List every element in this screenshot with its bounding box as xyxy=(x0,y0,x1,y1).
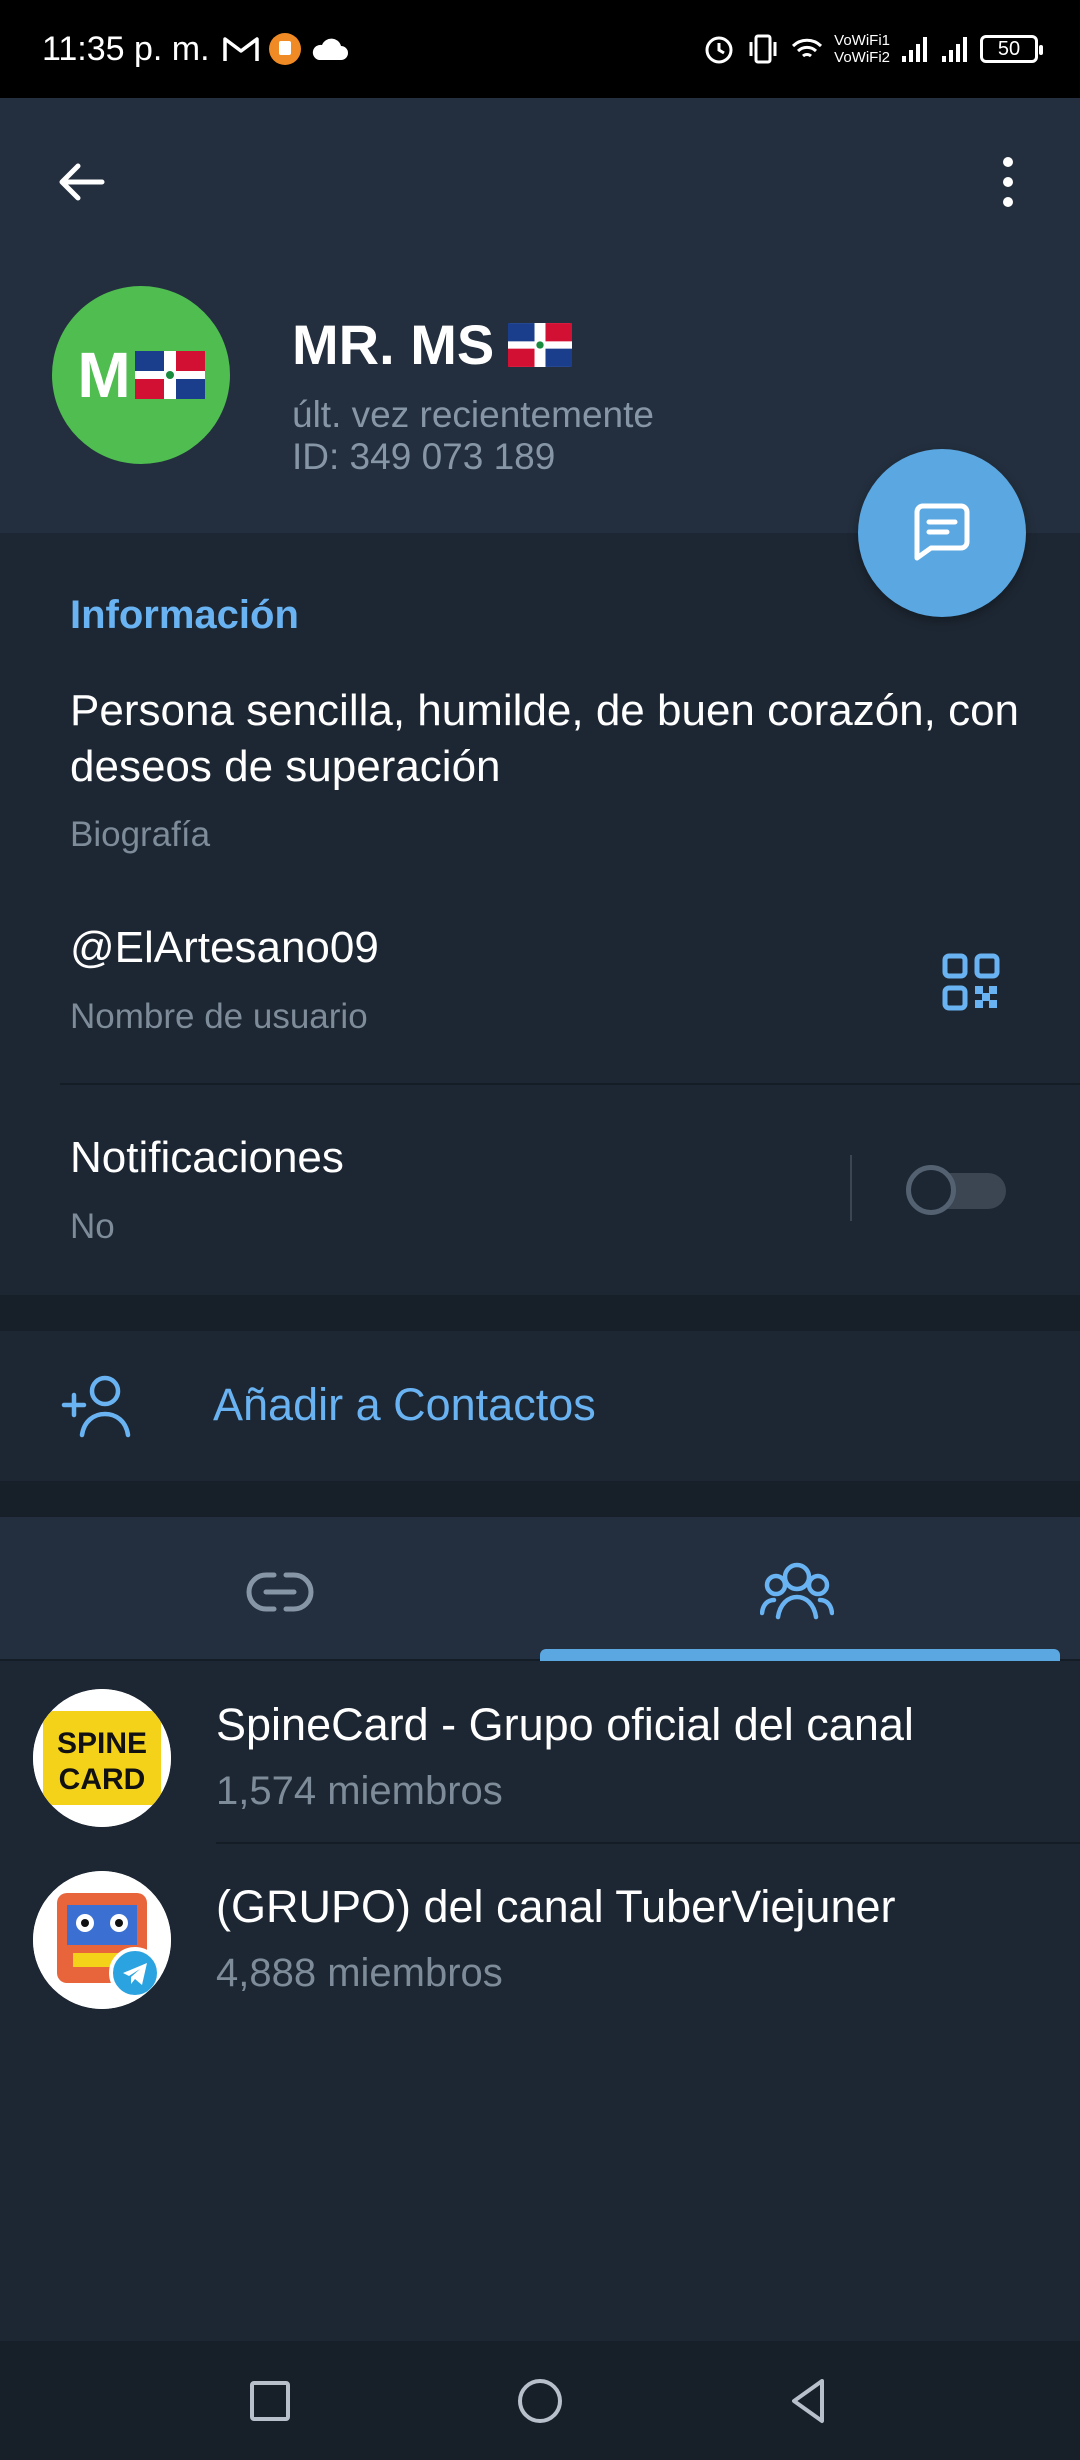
last-seen-status: últ. vez recientemente xyxy=(292,394,654,435)
wifi-icon xyxy=(792,38,823,58)
arrow-left-icon xyxy=(59,163,105,201)
bio-text[interactable]: Persona sencilla, humilde, de buen coraz… xyxy=(70,683,1030,795)
section-gap xyxy=(0,1481,1080,1517)
status-bar: 11:35 p. m. VoWiFi1 VoWiFi2 50 xyxy=(0,0,1080,98)
alarm-icon xyxy=(705,36,733,64)
media-tabs xyxy=(0,1517,1080,1661)
add-contact-row[interactable]: Añadir a Contactos xyxy=(0,1331,1080,1481)
qr-code-icon[interactable] xyxy=(942,953,1000,1011)
signal-icon-1 xyxy=(902,37,927,62)
info-section: Información Persona sencilla, humilde, d… xyxy=(0,533,1080,1295)
profile-name-text: MR. MS xyxy=(292,313,495,376)
back-button[interactable] xyxy=(50,150,114,214)
notifications-label[interactable]: Notificaciones xyxy=(70,1133,344,1183)
status-left-icons xyxy=(222,32,348,66)
dominican-flag-icon xyxy=(508,322,573,367)
profile-avatar[interactable]: M xyxy=(52,286,230,464)
recents-icon[interactable] xyxy=(238,2369,302,2433)
vowifi-label-2: VoWiFi2 xyxy=(834,49,890,66)
message-icon xyxy=(914,503,970,561)
notifications-toggle[interactable] xyxy=(906,1163,1008,1215)
signal-icon-2 xyxy=(942,37,967,62)
spinecard-logo-icon: SPINE CARD xyxy=(33,1689,171,1827)
battery-indicator: 50 xyxy=(980,35,1043,63)
username-text[interactable]: @ElArtesano09 xyxy=(70,923,379,973)
system-navigation-bar xyxy=(0,2341,1080,2460)
dominican-flag-icon xyxy=(134,351,205,399)
spinecard-logo-text-2: CARD xyxy=(59,1763,146,1796)
gmail-icon xyxy=(222,37,259,61)
common-groups-list: SPINE CARD SpineCard - Grupo oficial del… xyxy=(0,1661,1080,2341)
send-message-button[interactable] xyxy=(858,449,1026,617)
spinecard-logo-text-1: SPINE xyxy=(57,1727,147,1760)
group-members: 1,574 miembros xyxy=(216,1769,503,1813)
group-name: SpineCard - Grupo oficial del canal xyxy=(216,1699,914,1750)
section-gap xyxy=(0,1295,1080,1331)
status-right-icons: VoWiFi1 VoWiFi2 50 xyxy=(702,32,1043,66)
bio-label: Biografía xyxy=(70,815,211,854)
home-icon[interactable] xyxy=(508,2369,572,2433)
groups-icon[interactable] xyxy=(760,1557,834,1623)
profile-name: MR. MS xyxy=(292,312,573,377)
vowifi-labels: VoWiFi1 VoWiFi2 xyxy=(834,32,890,66)
screen: 11:35 p. m. VoWiFi1 VoWiFi2 50 M MR. MS … xyxy=(0,0,1080,2460)
group-name: (GRUPO) del canal TuberViejuner xyxy=(216,1881,896,1932)
group-item[interactable]: SPINE CARD SpineCard - Grupo oficial del… xyxy=(0,1661,1080,1844)
status-time: 11:35 p. m. xyxy=(42,29,210,68)
tuberviejuner-avatar-icon xyxy=(33,1871,171,2009)
group-avatar: SPINE CARD xyxy=(33,1689,171,1827)
add-contact-label: Añadir a Contactos xyxy=(213,1379,596,1430)
avatar-letter: M xyxy=(77,339,131,411)
more-options-button[interactable] xyxy=(990,150,1026,214)
toggle-knob xyxy=(906,1165,956,1215)
app-notification-icon xyxy=(268,33,301,65)
group-item[interactable]: (GRUPO) del canal TuberViejuner 4,888 mi… xyxy=(0,1843,1080,2025)
vibrate-icon xyxy=(749,34,777,64)
username-label: Nombre de usuario xyxy=(70,997,368,1036)
more-vertical-icon xyxy=(1003,157,1013,207)
vowifi-label-1: VoWiFi1 xyxy=(834,32,890,49)
group-avatar xyxy=(33,1871,171,2009)
back-nav-icon[interactable] xyxy=(776,2369,840,2433)
notifications-separator xyxy=(850,1155,852,1221)
add-user-icon xyxy=(61,1375,131,1438)
group-members: 4,888 miembros xyxy=(216,1951,503,1995)
battery-level: 50 xyxy=(997,37,1021,60)
links-icon[interactable] xyxy=(244,1567,316,1617)
user-id: ID: 349 073 189 xyxy=(292,436,556,477)
active-tab-indicator xyxy=(540,1649,1060,1661)
notifications-value: No xyxy=(70,1207,115,1246)
info-section-title: Información xyxy=(70,593,299,637)
info-divider xyxy=(60,1083,1080,1085)
cloud-icon xyxy=(312,38,348,60)
